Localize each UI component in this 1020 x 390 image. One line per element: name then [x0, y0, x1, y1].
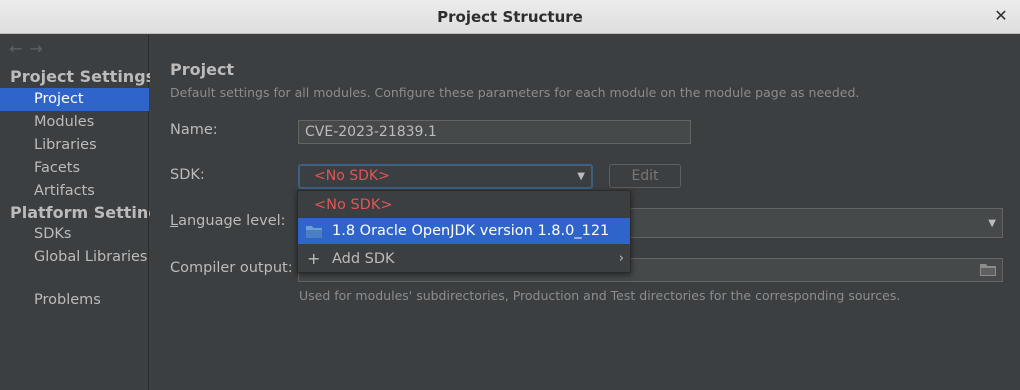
- page-description: Default settings for all modules. Config…: [170, 85, 860, 100]
- edit-sdk-button[interactable]: Edit: [609, 164, 681, 188]
- chevron-right-icon: ›: [618, 251, 624, 266]
- sidebar-item-sdks[interactable]: SDKs: [0, 223, 149, 246]
- sidebar-item-facets[interactable]: Facets: [0, 157, 149, 180]
- chevron-down-icon: ▼: [577, 171, 585, 182]
- sdk-option-jdk[interactable]: 1.8 Oracle OpenJDK version 1.8.0_121: [298, 218, 630, 244]
- sidebar-item-global-libraries[interactable]: Global Libraries: [0, 246, 149, 269]
- name-label: Name:: [170, 122, 218, 138]
- arrow-right-icon[interactable]: →: [26, 39, 46, 58]
- sdk-option-jdk-label: 1.8 Oracle OpenJDK version 1.8.0_121: [332, 223, 610, 239]
- sidebar-item-modules[interactable]: Modules: [0, 111, 149, 134]
- sidebar-item-project[interactable]: Project: [0, 88, 149, 111]
- sidebar-item-artifacts[interactable]: Artifacts: [0, 180, 149, 203]
- nav-arrows: ← →: [6, 39, 46, 59]
- sidebar-item-libraries[interactable]: Libraries: [0, 134, 149, 157]
- sidebar-section-project-settings: Project Settings: [10, 67, 156, 86]
- sdk-option-none[interactable]: <No SDK>: [298, 192, 630, 218]
- sdk-option-add[interactable]: + Add SDK ›: [298, 246, 630, 272]
- sdk-label: SDK:: [170, 167, 205, 183]
- page-title: Project: [170, 60, 235, 79]
- title-bar: Project Structure ✕: [0, 0, 1020, 34]
- project-name-field[interactable]: CVE-2023-21839.1: [298, 120, 691, 144]
- language-level-label: Language level:: [170, 213, 286, 229]
- plus-icon: +: [307, 249, 321, 268]
- sdk-dropdown-popup: <No SDK> 1.8 Oracle OpenJDK version 1.8.…: [297, 190, 631, 273]
- sdk-option-add-label: Add SDK: [332, 251, 395, 267]
- jdk-folder-icon: [306, 226, 322, 238]
- sidebar: ← → Project Settings Project Modules Libr…: [0, 35, 169, 390]
- sdk-value: <No SDK>: [314, 168, 390, 184]
- language-level-label-text: anguage level:: [178, 213, 286, 229]
- close-icon[interactable]: ✕: [992, 6, 1010, 26]
- sdk-combobox[interactable]: <No SDK> ▼: [298, 164, 593, 189]
- compiler-output-label: Compiler output:: [170, 260, 293, 276]
- chevron-down-icon: ▼: [988, 218, 996, 229]
- folder-icon[interactable]: [980, 263, 996, 276]
- sidebar-item-problems[interactable]: Problems: [0, 289, 149, 312]
- compiler-output-hint: Used for modules' subdirectories, Produc…: [299, 288, 901, 303]
- arrow-left-icon[interactable]: ←: [6, 39, 26, 58]
- window-title: Project Structure: [437, 8, 583, 26]
- sidebar-section-platform-settings: Platform Settings: [10, 203, 170, 222]
